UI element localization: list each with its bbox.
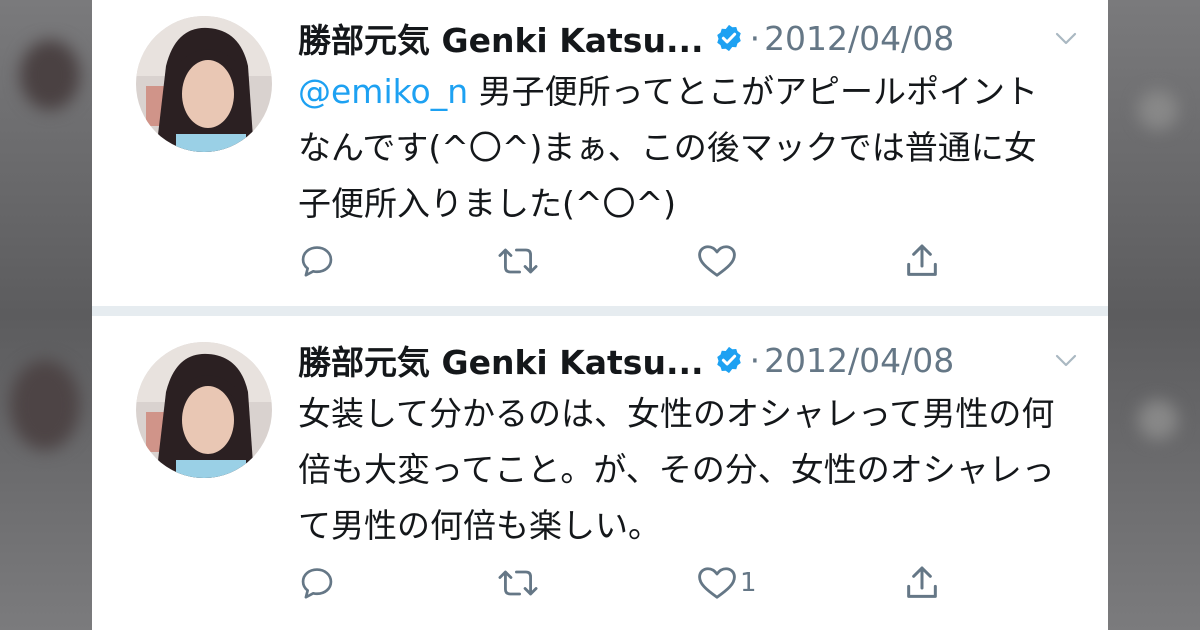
background-blob	[20, 40, 80, 110]
tweet-divider	[92, 306, 1108, 316]
tweet-actions	[298, 238, 978, 284]
avatar[interactable]	[136, 342, 272, 478]
mention-link[interactable]: @emiko_n	[298, 72, 468, 111]
like-icon	[698, 567, 736, 599]
share-icon	[907, 244, 937, 276]
tweet-header: 勝部元気 Genki Katsu... · 2012/04/08	[298, 14, 1078, 62]
verified-badge-icon	[716, 346, 741, 374]
tweet-text: @emiko_n 男子便所ってとこがアピールポイントなんです(^〇^)まぁ、この…	[298, 64, 1068, 232]
reply-icon	[301, 246, 333, 277]
tweet-date[interactable]: 2012/04/08	[764, 341, 954, 380]
retweet-icon	[498, 570, 538, 596]
header-separator-dot: ·	[749, 18, 761, 58]
share-button[interactable]	[902, 238, 942, 284]
share-button[interactable]	[902, 560, 942, 606]
retweet-button[interactable]	[496, 238, 540, 284]
author-name[interactable]: 勝部元気 Genki Katsu...	[298, 336, 704, 384]
reply-button[interactable]	[298, 560, 336, 606]
background-left-blur	[0, 0, 92, 630]
tweet[interactable]: 勝部元気 Genki Katsu... · 2012/04/08 女装して分かる…	[92, 316, 1108, 630]
author-name[interactable]: 勝部元気 Genki Katsu...	[298, 14, 704, 62]
background-right-blur	[1108, 0, 1200, 630]
like-button[interactable]: 1	[696, 560, 757, 606]
avatar-image	[136, 342, 272, 478]
tweet-header: 勝部元気 Genki Katsu... · 2012/04/08	[298, 336, 1078, 384]
timeline-card: 勝部元気 Genki Katsu... · 2012/04/08 @emiko_…	[92, 0, 1108, 630]
avatar-image	[136, 16, 272, 152]
verified-badge-icon	[716, 24, 741, 52]
header-separator-dot: ·	[749, 340, 761, 380]
tweet-text: 女装して分かるのは、女性のオシャレって男性の何倍も大変ってこと。が、その分、女性…	[298, 386, 1068, 554]
avatar[interactable]	[136, 16, 272, 152]
chevron-down-icon[interactable]	[1054, 350, 1078, 370]
background-blob	[10, 360, 80, 450]
background-blob	[1138, 90, 1178, 130]
retweet-button[interactable]	[496, 560, 540, 606]
like-icon	[698, 245, 736, 277]
like-count: 1	[740, 568, 757, 598]
tweet[interactable]: 勝部元気 Genki Katsu... · 2012/04/08 @emiko_…	[92, 0, 1108, 306]
chevron-down-icon[interactable]	[1054, 28, 1078, 48]
tweet-actions: 1	[298, 560, 978, 606]
tweet-date[interactable]: 2012/04/08	[764, 19, 954, 58]
tweet-body-text: 女装して分かるのは、女性のオシャレって男性の何倍も大変ってこと。が、その分、女性…	[298, 394, 1055, 545]
share-icon	[907, 566, 937, 598]
reply-icon	[301, 568, 333, 599]
like-button[interactable]	[696, 238, 740, 284]
background-blob	[1138, 400, 1178, 440]
retweet-icon	[498, 248, 538, 274]
reply-button[interactable]	[298, 238, 336, 284]
